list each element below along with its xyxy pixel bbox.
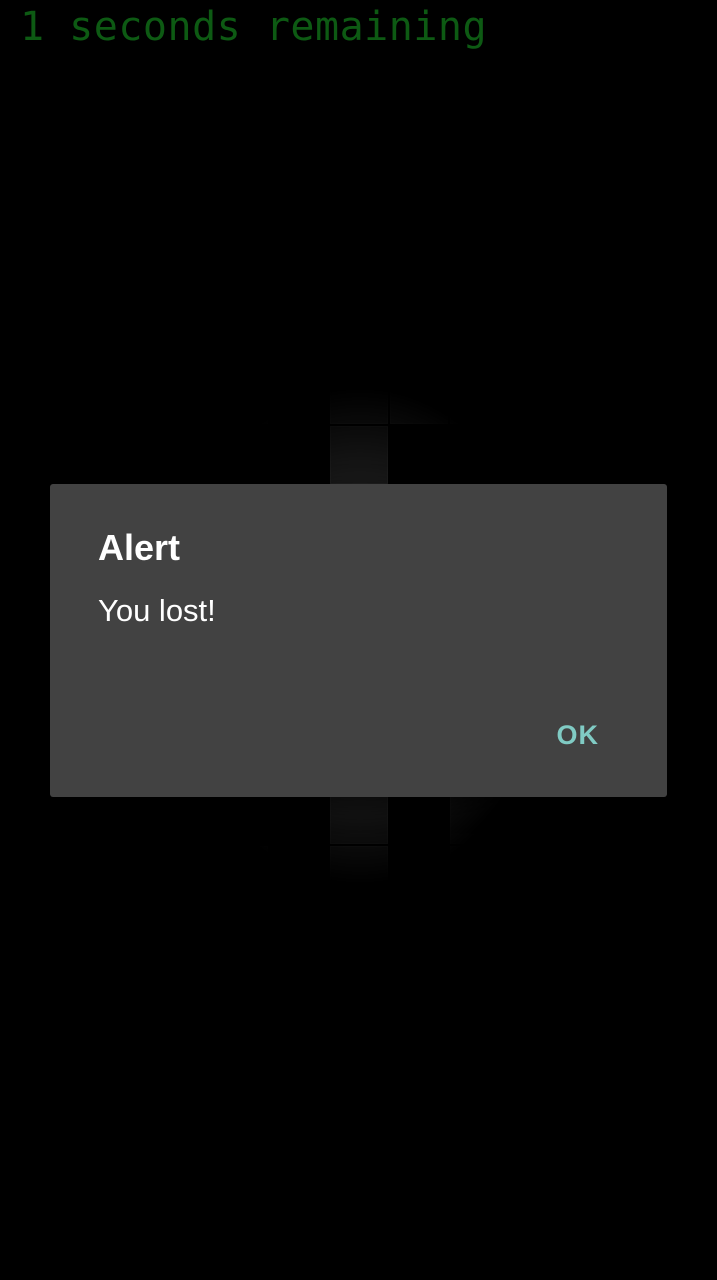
- board-tile: [150, 846, 208, 904]
- board-tile: [390, 366, 448, 424]
- board-tile: [150, 366, 208, 424]
- board-tile: [510, 366, 568, 424]
- board-tile: [210, 846, 268, 904]
- board-tile: [330, 426, 388, 484]
- board-tile: [330, 846, 388, 904]
- dialog-title: Alert: [98, 527, 181, 568]
- dialog-message: You lost!: [98, 593, 216, 628]
- board-tile: [450, 366, 508, 424]
- alert-dialog: Alert You lost! OK: [50, 484, 667, 797]
- board-tile: [210, 366, 268, 424]
- ok-button[interactable]: OK: [535, 712, 622, 759]
- board-tile: [510, 426, 568, 484]
- board-tile: [450, 846, 508, 904]
- board-tile: [330, 366, 388, 424]
- board-tile: [150, 426, 208, 484]
- countdown-timer: 1 seconds remaining: [20, 4, 488, 50]
